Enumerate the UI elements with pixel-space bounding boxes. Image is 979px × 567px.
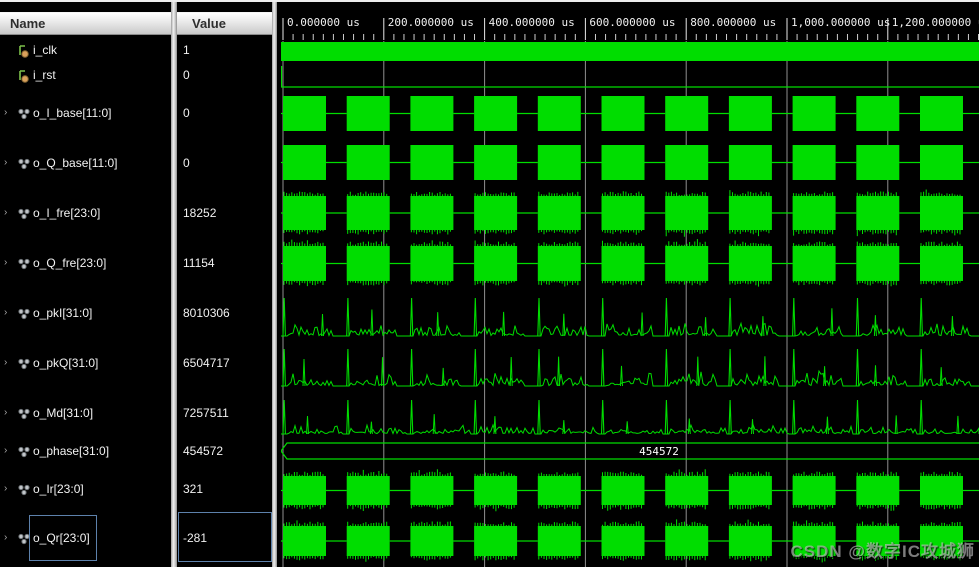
name-value-column-splitter[interactable] [171, 0, 177, 567]
bus-signal-icon [17, 482, 31, 496]
csdn-watermark: CSDN @数字IC攻城狮 [790, 542, 975, 561]
expand-chevron-icon[interactable]: › [4, 252, 16, 274]
signal-row-o_Q_fre-23-0-[interactable]: › o_Q_fre[23:0] [0, 252, 171, 274]
signal-row-o_I_fre-23-0-[interactable]: › o_I_fre[23:0] [0, 202, 171, 224]
expand-chevron-icon[interactable]: › [4, 402, 16, 424]
expand-chevron-icon[interactable]: › [4, 352, 16, 374]
expand-chevron-icon[interactable]: › [4, 440, 16, 462]
time-tick-label: 0.000000 us [287, 16, 360, 29]
expand-chevron-icon[interactable]: › [4, 478, 16, 500]
signal-row-o_Ir-23-0-[interactable]: › o_Ir[23:0] [0, 478, 171, 500]
time-tick-label: 1,200.000000 us [892, 16, 979, 29]
signal-row-i_clk[interactable]: i_clk [0, 39, 171, 61]
signal-name-label: o_phase[31:0] [33, 444, 110, 458]
signal-value-o_phase-31-0-[interactable]: 454572 [177, 440, 272, 462]
bus-value-label: 454572 [639, 445, 679, 458]
signal-row-o_phase-31-0-[interactable]: › o_phase[31:0] [0, 440, 171, 462]
wave-o_I_base[interactable] [281, 96, 979, 131]
signal-value-i_clk[interactable]: 1 [177, 39, 272, 61]
expand-chevron-icon[interactable]: › [4, 152, 16, 174]
signal-row-o_Q_base-11-0-[interactable]: › o_Q_base[11:0] [0, 152, 171, 174]
bus-signal-icon [17, 356, 31, 370]
signal-name-label: o_Md[31:0] [33, 406, 94, 420]
selected-value-outline [178, 512, 272, 562]
bus-signal-icon [17, 206, 31, 220]
waveform-canvas[interactable]: 0.000000 us 200.000000 us 400.000000 us 600… [280, 0, 979, 567]
signal-name-label: i_clk [33, 43, 58, 57]
bus-signal-icon [17, 256, 31, 270]
signal-panel-header: Name Value [0, 12, 277, 35]
bus-signal-icon [17, 156, 31, 170]
signal-name-label: o_I_base[11:0] [33, 106, 112, 120]
bit-signal-icon [17, 43, 31, 58]
time-tick-label: 200.000000 us [388, 16, 474, 29]
signal-row-o_pkI-31-0-[interactable]: › o_pkI[31:0] [0, 302, 171, 324]
wave-i_clk[interactable] [281, 42, 979, 61]
signal-row-o_Md-31-0-[interactable]: › o_Md[31:0] [0, 402, 171, 424]
bit-signal-icon [17, 68, 31, 83]
signal-value-o_Ir-23-0-[interactable]: 321 [177, 478, 272, 500]
signal-value-o_pkI-31-0-[interactable]: 8010306 [177, 302, 272, 324]
expand-chevron-icon[interactable]: › [4, 202, 16, 224]
signal-name-label: o_Q_fre[23:0] [33, 256, 107, 270]
signal-value-i_rst[interactable]: 0 [177, 64, 272, 86]
expand-chevron-icon[interactable]: › [4, 302, 16, 324]
signal-value-o_Q_base-11-0-[interactable]: 0 [177, 152, 272, 174]
signal-row-i_rst[interactable]: i_rst [0, 64, 171, 86]
signal-value-o_Md-31-0-[interactable]: 7257511 [177, 402, 272, 424]
wave-o_Q_base[interactable] [281, 145, 979, 180]
time-tick-label: 800.000000 us [690, 16, 776, 29]
waveform-area[interactable]: 0.000000 us 200.000000 us 400.000000 us 600… [280, 0, 979, 567]
signal-value-o_I_fre-23-0-[interactable]: 18252 [177, 202, 272, 224]
wave-o_Q_fre[interactable] [281, 239, 979, 287]
panel-wave-splitter[interactable] [272, 0, 277, 567]
bus-signal-icon [17, 106, 31, 120]
expand-chevron-icon[interactable]: › [4, 102, 16, 124]
signal-name-label: o_I_fre[23:0] [33, 206, 101, 220]
bus-signal-icon [17, 306, 31, 320]
signal-name-label: o_Q_base[11:0] [33, 156, 118, 170]
bus-signal-icon [17, 406, 31, 420]
window-top-edge [0, 0, 979, 2]
signal-name-label: o_pkQ[31:0] [33, 356, 99, 370]
signal-row-o_pkQ-31-0-[interactable]: › o_pkQ[31:0] [0, 352, 171, 374]
time-tick-label: 400.000000 us [489, 16, 575, 29]
signal-name-label: i_rst [33, 68, 56, 82]
signal-value-o_Q_fre-23-0-[interactable]: 11154 [177, 252, 272, 274]
wave-o_I_fre[interactable] [281, 189, 979, 237]
signal-value-o_pkQ-31-0-[interactable]: 6504717 [177, 352, 272, 374]
expand-chevron-icon[interactable]: › [4, 527, 16, 549]
signal-row-o_I_base-11-0-[interactable]: › o_I_base[11:0] [0, 102, 171, 124]
signal-name-label: o_pkI[31:0] [33, 306, 93, 320]
bus-signal-icon [17, 444, 31, 458]
name-column-header[interactable]: Name [10, 16, 45, 31]
signal-name-label: o_Ir[23:0] [33, 482, 84, 496]
selected-name-outline [29, 515, 97, 561]
signal-value-o_I_base-11-0-[interactable]: 0 [177, 102, 272, 124]
time-tick-label: 1,000.000000 us [791, 16, 890, 29]
value-column-header[interactable]: Value [192, 16, 226, 31]
waveform-viewer-window: Name Value i_clk i_rst › o_I_base[11:0] › o_Q… [0, 0, 979, 567]
time-tick-label: 600.000000 us [589, 16, 675, 29]
